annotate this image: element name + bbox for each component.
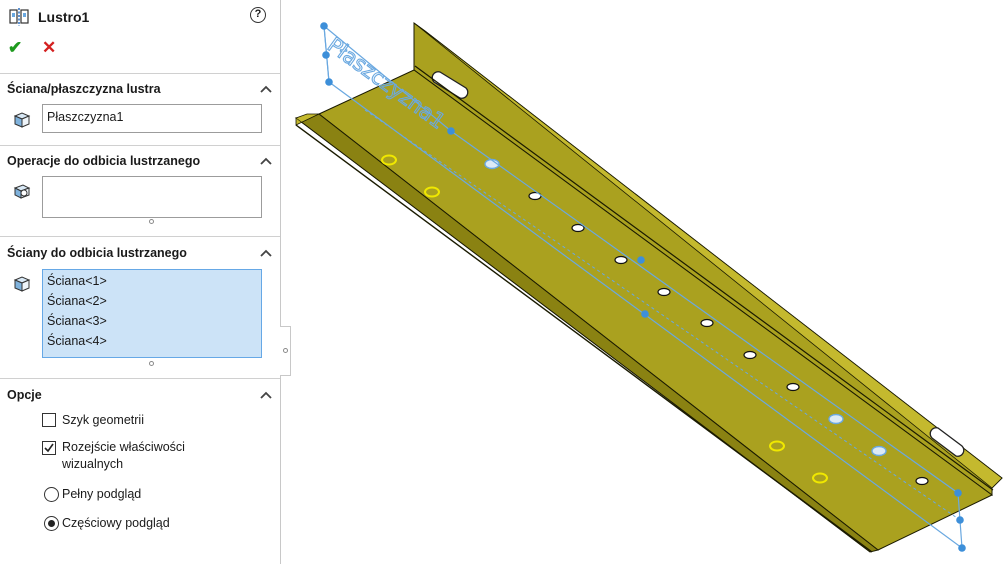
section-title-faces: Ściany do odbicia lustrzanego — [7, 246, 187, 260]
tab-grip-icon — [283, 348, 288, 353]
feature-selection-icon — [13, 184, 31, 199]
face-selection-icon — [13, 112, 31, 128]
geometry-pattern-checkbox[interactable] — [42, 413, 56, 427]
faces-list[interactable]: Ściana<1> Ściana<2> Ściana<3> Ściana<4> — [42, 269, 262, 358]
partial-preview-radio[interactable] — [44, 516, 59, 531]
cancel-button[interactable]: ✕ — [42, 38, 56, 58]
mirror-icon — [9, 8, 29, 26]
divider — [0, 236, 280, 237]
geometry-pattern-label: Szyk geometrii — [62, 413, 144, 427]
faces-list-resize-handle[interactable] — [149, 361, 154, 366]
plane-handle[interactable] — [637, 256, 645, 264]
hole — [769, 440, 785, 452]
propagate-visual-checkbox[interactable] — [42, 441, 56, 455]
features-list[interactable] — [42, 176, 262, 218]
graphics-area[interactable]: Płaszczyzna1 — [292, 0, 1008, 564]
divider — [0, 73, 280, 74]
hole — [786, 382, 800, 392]
plane-handle[interactable] — [447, 127, 455, 135]
plane-handle[interactable] — [954, 489, 962, 497]
hole — [571, 223, 585, 233]
features-list-resize-handle[interactable] — [149, 219, 154, 224]
section-title-plane: Ściana/płaszczyzna lustra — [7, 82, 161, 96]
hole — [812, 472, 828, 484]
collapse-faces-chevron-up-icon[interactable] — [260, 248, 272, 258]
collapse-options-chevron-up-icon[interactable] — [260, 390, 272, 400]
plane-centerline — [364, 109, 961, 521]
hole — [871, 445, 887, 457]
hole — [614, 255, 628, 265]
face-selection-icon — [13, 276, 31, 292]
full-preview-label: Pełny podgląd — [62, 487, 142, 501]
header: Lustro1 — [8, 6, 89, 28]
section-title-features: Operacje do odbicia lustrzanego — [7, 154, 201, 168]
divider — [0, 145, 280, 146]
hole — [828, 413, 844, 425]
property-manager: Lustro1 ? ✔ ✕ Ściana/płaszczyzna lustra … — [0, 0, 281, 564]
divider — [0, 378, 280, 379]
propagate-visual-label-line1: Rozejście właściwości — [62, 440, 185, 454]
list-item[interactable]: Ściana<2> — [47, 294, 107, 308]
panel-collapse-tab[interactable] — [280, 326, 291, 376]
partial-preview-label: Częściowy podgląd — [62, 516, 170, 530]
list-item[interactable]: Ściana<3> — [47, 314, 107, 328]
plane-handle[interactable] — [641, 310, 649, 318]
channel-web[interactable] — [318, 69, 993, 551]
hole — [657, 287, 671, 297]
plane-handle[interactable] — [320, 22, 328, 30]
checkmark-icon — [44, 443, 54, 453]
propagate-visual-label: Rozejście właściwości wizualnych — [62, 439, 185, 473]
plane-handle[interactable] — [322, 51, 330, 59]
hole — [743, 350, 757, 360]
mirror-plane-value: Płaszczyzna1 — [47, 110, 124, 124]
collapse-features-chevron-up-icon[interactable] — [260, 156, 272, 166]
hole — [424, 186, 440, 198]
list-item[interactable]: Ściana<1> — [47, 274, 107, 288]
hole — [381, 154, 397, 166]
plane-handle[interactable] — [958, 544, 966, 552]
propagate-visual-label-line2: wizualnych — [62, 457, 124, 471]
collapse-plane-chevron-up-icon[interactable] — [260, 84, 272, 94]
hole — [915, 476, 929, 486]
plane-handle[interactable] — [325, 78, 333, 86]
ok-button[interactable]: ✔ — [8, 38, 22, 58]
mirror-plane-field[interactable]: Płaszczyzna1 — [42, 104, 262, 133]
section-title-options: Opcje — [7, 388, 42, 402]
full-preview-radio[interactable] — [44, 487, 59, 502]
plane-handle[interactable] — [956, 516, 964, 524]
hole — [700, 318, 714, 328]
list-item[interactable]: Ściana<4> — [47, 334, 107, 348]
help-icon[interactable]: ? — [250, 7, 266, 23]
feature-title: Lustro1 — [38, 9, 90, 25]
